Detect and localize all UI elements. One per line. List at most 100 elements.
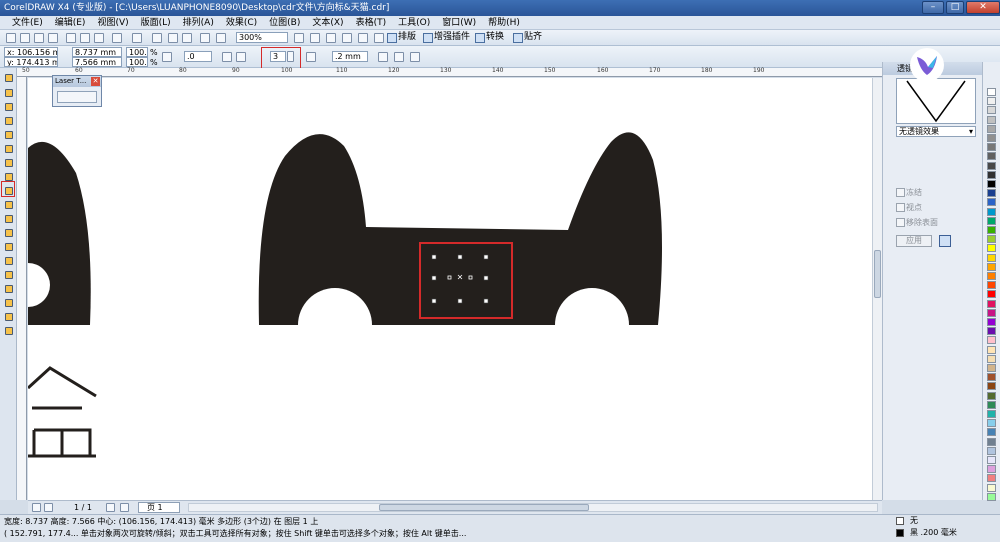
palette-swatch[interactable] (987, 492, 996, 501)
palette-swatch[interactable] (987, 143, 996, 152)
interactive-fill-tool-icon[interactable] (3, 325, 14, 336)
table-tool-icon[interactable] (3, 227, 14, 238)
previous-page-icon[interactable] (44, 503, 53, 512)
scale-width-field[interactable]: 100.0 (126, 47, 148, 57)
menu-edit[interactable]: 编辑(E) (49, 16, 92, 30)
crop-tool-icon[interactable] (3, 101, 14, 112)
palette-swatch[interactable] (987, 216, 996, 225)
menu-layout[interactable]: 版面(L) (135, 16, 177, 30)
palette-swatch[interactable] (987, 308, 996, 317)
palette-swatch[interactable] (987, 446, 996, 455)
apply-button[interactable]: 应用 (896, 235, 932, 247)
palette-swatch[interactable] (987, 400, 996, 409)
y-position-field[interactable]: y: 174.413 mm (4, 57, 58, 67)
palette-swatch[interactable] (987, 391, 996, 400)
frozen-checkbox[interactable]: 冻结 (896, 188, 922, 197)
next-page-icon[interactable] (106, 503, 115, 512)
menu-window[interactable]: 窗口(W) (436, 16, 482, 30)
menu-text[interactable]: 文本(X) (306, 16, 349, 30)
lens-effect-select[interactable]: 无透镜效果 ▾ (896, 126, 976, 137)
last-page-icon[interactable] (120, 503, 129, 512)
menu-bitmaps[interactable]: 位图(B) (263, 16, 306, 30)
vertical-scrollbar[interactable] (872, 78, 882, 500)
text-tool-icon[interactable] (3, 213, 14, 224)
menu-view[interactable]: 视图(V) (91, 16, 134, 30)
palette-swatch[interactable] (987, 106, 996, 115)
full-screen-icon[interactable] (294, 33, 304, 43)
close-icon[interactable]: ✕ (91, 77, 100, 86)
viewpoint-checkbox[interactable]: 视点 (896, 203, 922, 212)
palette-swatch[interactable] (987, 262, 996, 271)
outline-tool-icon[interactable] (3, 297, 14, 308)
convert-to-curves-icon[interactable] (410, 52, 420, 62)
eyedropper-tool-icon[interactable] (3, 283, 14, 294)
corel-online-icon[interactable] (216, 33, 226, 43)
menu-tools[interactable]: 工具(O) (392, 16, 436, 30)
interactive-blend-tool-icon[interactable] (3, 269, 14, 280)
shape-tool-icon[interactable] (3, 87, 14, 98)
width-field[interactable]: 8.737 mm (72, 47, 122, 57)
dimension-tool-icon[interactable] (3, 241, 14, 252)
palette-swatch[interactable] (987, 299, 996, 308)
palette-swatch[interactable] (987, 290, 996, 299)
horizontal-scrollbar[interactable] (188, 503, 878, 512)
palette-swatch[interactable] (987, 456, 996, 464)
palette-swatch[interactable] (987, 410, 996, 418)
rectangle-tool-icon[interactable] (3, 157, 14, 168)
palette-swatch[interactable] (987, 345, 996, 354)
undo-icon[interactable] (112, 33, 122, 43)
horizontal-ruler[interactable]: 50 60 70 80 90 100 110 120 130 140 150 1… (17, 68, 891, 77)
palette-swatch[interactable] (987, 124, 996, 133)
zoom-selected-icon[interactable] (342, 33, 352, 43)
palette-swatch[interactable] (987, 364, 996, 372)
close-icon[interactable]: ✕ (966, 1, 1000, 14)
zoom-all-icon[interactable] (358, 33, 368, 43)
plugin-typeset[interactable]: 排版 (386, 31, 416, 44)
paste-icon[interactable] (94, 33, 104, 43)
export-icon[interactable] (182, 33, 192, 43)
search-icon[interactable] (152, 33, 162, 43)
plugin-snap[interactable]: 贴齐 (512, 31, 542, 44)
save-icon[interactable] (34, 33, 44, 43)
palette-swatch[interactable] (987, 180, 996, 188)
palette-swatch[interactable] (987, 152, 996, 161)
import-icon[interactable] (168, 33, 178, 43)
horizontal-scroll-thumb[interactable] (379, 504, 589, 511)
zoom-out-icon[interactable] (326, 33, 336, 43)
menu-table[interactable]: 表格(T) (350, 16, 393, 30)
connector-tool-icon[interactable] (3, 255, 14, 266)
fill-tool-icon[interactable] (3, 311, 14, 322)
palette-swatch[interactable] (987, 88, 996, 96)
zoom-page-icon[interactable] (374, 33, 384, 43)
palette-swatch[interactable] (987, 189, 996, 198)
menu-effects[interactable]: 效果(C) (220, 16, 263, 30)
drawing-canvas[interactable] (28, 78, 872, 500)
lock-ratio-icon[interactable] (162, 52, 172, 62)
zoom-in-icon[interactable] (310, 33, 320, 43)
zoom-level-select[interactable]: 300% (236, 32, 288, 43)
palette-swatch[interactable] (987, 207, 996, 216)
redo-icon[interactable] (132, 33, 142, 43)
open-icon[interactable] (20, 33, 30, 43)
wrap-text-icon[interactable] (378, 52, 388, 62)
palette-swatch[interactable] (987, 253, 996, 262)
palette-swatch[interactable] (987, 327, 996, 336)
minimize-icon[interactable]: – (922, 1, 944, 14)
height-field[interactable]: 7.566 mm (72, 57, 122, 67)
palette-swatch[interactable] (987, 226, 996, 234)
menu-help[interactable]: 帮助(H) (482, 16, 526, 30)
lock-icon[interactable] (939, 235, 951, 247)
zoom-tool-icon[interactable] (3, 115, 14, 126)
palette-swatch[interactable] (987, 235, 996, 244)
palette-swatch[interactable] (987, 474, 996, 483)
polygon-star-icon[interactable] (306, 52, 316, 62)
rotation-angle-field[interactable]: .0 (184, 51, 212, 62)
new-document-icon[interactable] (6, 33, 16, 43)
palette-swatch[interactable] (987, 244, 996, 253)
cut-icon[interactable] (66, 33, 76, 43)
plugin-enhance[interactable]: 增强插件 (422, 31, 470, 44)
palette-swatch[interactable] (987, 354, 996, 363)
remove-face-checkbox[interactable]: 移除表面 (896, 218, 938, 227)
laser-tool-buttons[interactable] (57, 91, 97, 103)
palette-swatch[interactable] (987, 382, 996, 391)
